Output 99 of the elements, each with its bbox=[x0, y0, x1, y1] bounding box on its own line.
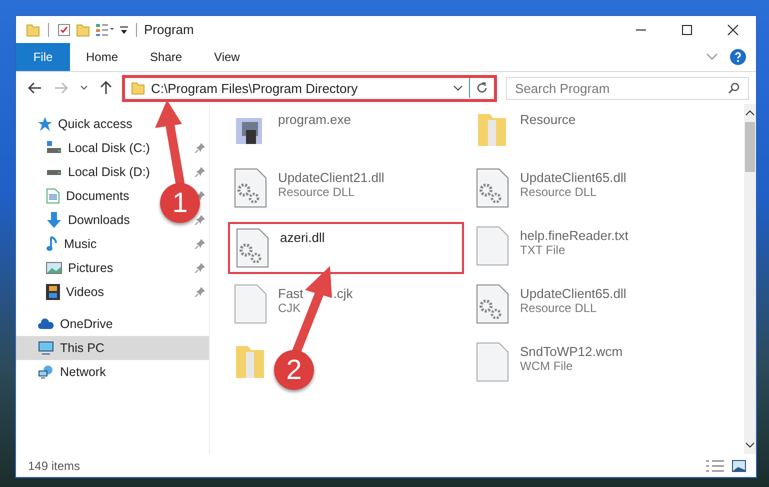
back-arrow-icon[interactable] bbox=[28, 82, 42, 94]
sidebar-item[interactable]: Local Disk (D:) bbox=[46, 160, 152, 184]
ribbon-tab[interactable]: Share bbox=[134, 43, 198, 71]
sidebar-label: Music bbox=[64, 237, 97, 251]
sidebar-label: This PC bbox=[60, 341, 104, 355]
search-icon bbox=[728, 82, 740, 94]
sidebar-item[interactable]: Pictures bbox=[46, 256, 116, 280]
network-icon bbox=[38, 365, 54, 379]
large-icons-view-icon[interactable] bbox=[732, 460, 746, 472]
sidebar-label: Videos bbox=[66, 285, 104, 299]
details-view-icon[interactable] bbox=[706, 460, 724, 472]
properties-icon[interactable] bbox=[57, 22, 71, 36]
refresh-icon[interactable] bbox=[476, 82, 488, 94]
sidebar-item[interactable]: Downloads bbox=[46, 208, 132, 232]
sidebar-item[interactable]: OneDrive bbox=[38, 312, 115, 336]
file-item[interactable]: program.exe bbox=[228, 106, 355, 154]
file-item[interactable]: Resource bbox=[470, 106, 580, 154]
file-type: CJK bbox=[278, 301, 302, 315]
file-icon bbox=[474, 226, 510, 266]
file-name: Fast bbox=[278, 286, 304, 301]
item-count: 149 items bbox=[28, 458, 80, 472]
file-name: UpdateClient65.dll bbox=[520, 170, 626, 185]
sidebar-item[interactable]: This PC bbox=[16, 336, 209, 360]
file-name: UpdateClient21.dll bbox=[278, 170, 384, 185]
monitor-icon bbox=[38, 341, 54, 355]
chevron-down-icon[interactable] bbox=[453, 85, 463, 91]
sidebar-label: Network bbox=[60, 365, 106, 379]
file-type: WCM File bbox=[520, 359, 574, 373]
file-icon bbox=[474, 342, 510, 382]
image-icon bbox=[46, 261, 62, 275]
sidebar-label: Documents bbox=[66, 189, 130, 203]
gear-file-icon bbox=[234, 228, 270, 268]
search-field[interactable]: Search Program bbox=[506, 76, 749, 100]
close-icon bbox=[727, 24, 739, 36]
file-name: .cjk bbox=[333, 286, 353, 301]
file-item[interactable]: UpdateClient65.dll Resource DLL bbox=[470, 164, 630, 212]
file-type: Resource DLL bbox=[278, 185, 356, 199]
film-icon bbox=[46, 284, 60, 300]
sidebar-label: Quick access bbox=[58, 117, 132, 131]
chevron-down-icon[interactable] bbox=[745, 442, 755, 448]
file-name: azeri.dll bbox=[280, 230, 325, 245]
ribbon-tab[interactable]: File bbox=[16, 43, 70, 71]
file-name: UpdateClient65.dll bbox=[520, 286, 626, 301]
caret-icon[interactable] bbox=[120, 24, 128, 34]
sidebar-item[interactable]: Music bbox=[46, 232, 99, 256]
pin-icon[interactable] bbox=[195, 287, 205, 297]
file-name: help.fineReader.txt bbox=[520, 228, 628, 243]
window-title: Program bbox=[144, 22, 194, 37]
sidebar-item[interactable]: Local Disk (C:) bbox=[46, 136, 152, 160]
scrollbar[interactable] bbox=[744, 104, 756, 454]
file-icon bbox=[232, 284, 268, 324]
file-name: Resource bbox=[520, 112, 576, 127]
pin-icon[interactable] bbox=[195, 239, 205, 249]
chevron-down-icon[interactable] bbox=[80, 85, 88, 91]
pin-icon[interactable] bbox=[195, 215, 205, 225]
view-list-icon[interactable] bbox=[95, 22, 115, 36]
star-icon bbox=[38, 117, 52, 131]
gear-file-icon bbox=[474, 284, 510, 324]
up-arrow-icon[interactable] bbox=[100, 81, 112, 95]
chevron-up-icon[interactable] bbox=[745, 110, 755, 116]
address-bar[interactable]: C:\Program Files\Program Directory bbox=[122, 74, 497, 102]
gear-file-icon bbox=[232, 168, 268, 208]
sidebar-item[interactable]: Quick access bbox=[38, 112, 134, 136]
sidebar-label: Local Disk (C:) bbox=[68, 141, 150, 155]
sidebar-label: Downloads bbox=[68, 213, 130, 227]
drive-icon bbox=[46, 169, 62, 175]
file-item[interactable]: UpdateClient65.dll Resource DLL bbox=[470, 280, 630, 328]
pin-icon[interactable] bbox=[195, 263, 205, 273]
file-name: program.exe bbox=[278, 112, 351, 127]
help-icon[interactable] bbox=[730, 49, 746, 65]
pin-icon[interactable] bbox=[195, 167, 205, 177]
sidebar-item[interactable]: Videos bbox=[46, 280, 106, 304]
file-item[interactable]: Fast .cjk CJK bbox=[228, 280, 357, 328]
sidebar-item[interactable]: Documents bbox=[46, 184, 132, 208]
file-item[interactable]: help.fineReader.txt TXT File bbox=[470, 222, 632, 270]
down-arrow-icon bbox=[46, 212, 62, 228]
music-note-icon bbox=[46, 236, 58, 252]
document-icon bbox=[46, 188, 60, 204]
gear-file-icon bbox=[474, 168, 510, 208]
sidebar-label: Pictures bbox=[68, 261, 114, 275]
file-item[interactable]: SndToWP12.wcm WCM File bbox=[470, 338, 627, 386]
address-path: C:\Program Files\Program Directory bbox=[151, 80, 359, 96]
scroll-thumb[interactable] bbox=[745, 122, 755, 172]
maximize-icon bbox=[681, 24, 693, 36]
cloud-icon bbox=[38, 318, 54, 330]
ribbon-tab[interactable]: View bbox=[198, 43, 256, 71]
file-item[interactable]: azeri.dll bbox=[228, 222, 464, 274]
sidebar-item[interactable]: Network bbox=[38, 360, 108, 384]
file-item[interactable]: UpdateClient21.dll Resource DLL bbox=[228, 164, 388, 212]
file-type: TXT File bbox=[520, 243, 566, 257]
file-type: Resource DLL bbox=[520, 185, 598, 199]
sidebar-label: Local Disk (D:) bbox=[68, 165, 150, 179]
file-type: Resource DLL bbox=[520, 301, 598, 315]
pin-icon[interactable] bbox=[195, 143, 205, 153]
drive-icon bbox=[46, 141, 62, 155]
ribbon-tab[interactable]: Home bbox=[70, 43, 134, 71]
sidebar-label: OneDrive bbox=[60, 317, 113, 331]
file-name: SndToWP12.wcm bbox=[520, 344, 623, 359]
folder-icon bbox=[131, 81, 145, 95]
